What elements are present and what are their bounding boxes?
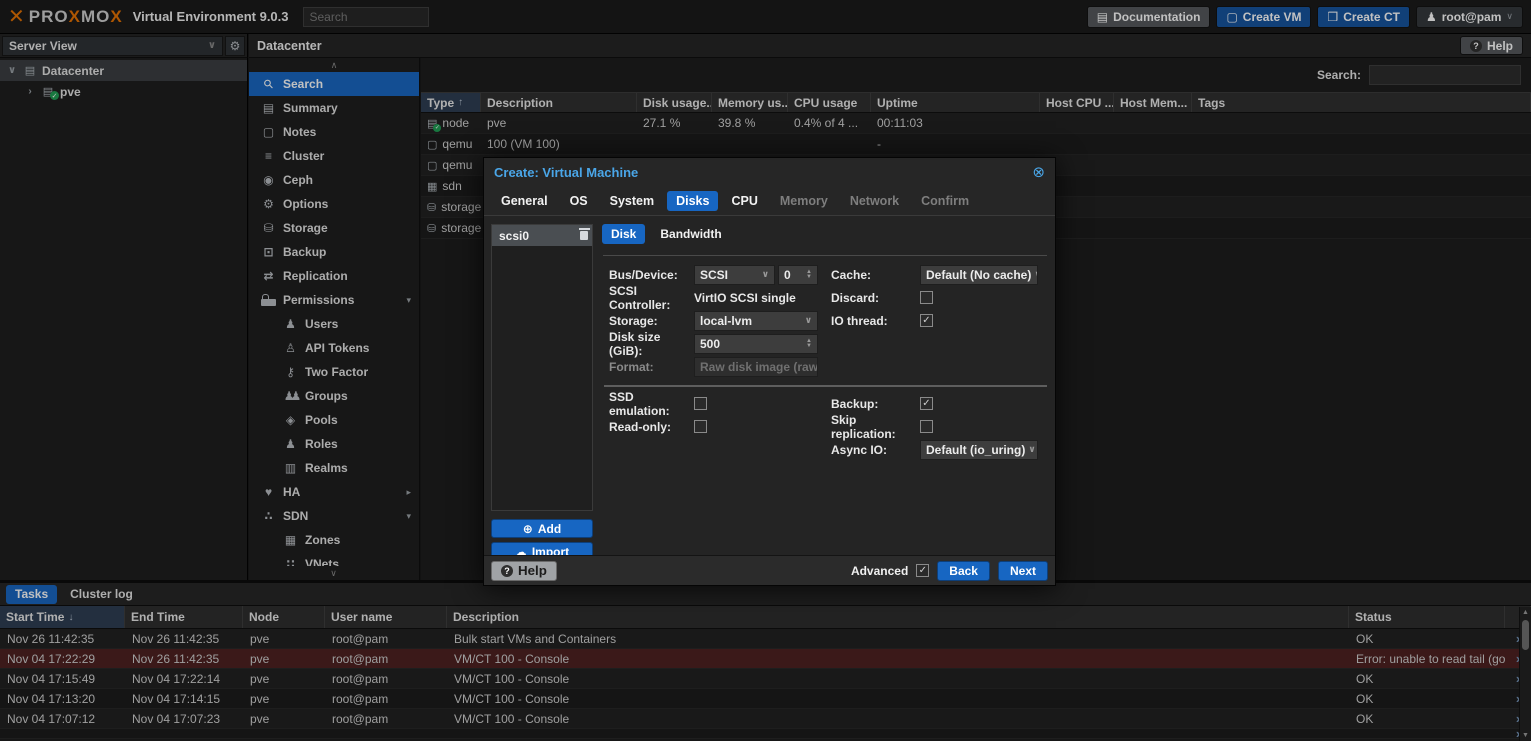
combo-value: Default (No cache) xyxy=(926,268,1031,282)
plus-circle-icon: ⊕ xyxy=(523,522,533,536)
bus-device-combo[interactable]: SCSI ∨ xyxy=(694,265,775,285)
form-row: Async IO:Default (io_uring)∨ xyxy=(831,438,1042,461)
form-row: Skip replication: xyxy=(831,415,1042,438)
proxmox-app: ✕ PROXMOX Virtual Environment 9.0.3 ▤Doc… xyxy=(0,0,1531,741)
advanced-checkbox[interactable] xyxy=(916,564,929,577)
field-label: Format: xyxy=(609,360,694,374)
form-row: SCSI Controller:VirtIO SCSI single xyxy=(609,286,821,309)
chevron-down-icon: ∨ xyxy=(1031,269,1038,280)
advanced-divider xyxy=(604,385,1047,387)
form-row: Discard: xyxy=(831,286,1042,309)
dialog-header[interactable]: Create: Virtual Machine ⊗ xyxy=(484,158,1055,186)
disk-subtabs: Disk Bandwidth xyxy=(602,224,731,244)
field-label: Backup: xyxy=(831,397,920,411)
dialog-tab-network: Network xyxy=(841,191,908,211)
field-label: Async IO: xyxy=(831,443,920,457)
create-vm-dialog: Create: Virtual Machine ⊗ GeneralOSSyste… xyxy=(483,157,1056,586)
cache-combo[interactable]: Default (No cache)∨ xyxy=(920,265,1038,285)
field-label: SSD emulation: xyxy=(609,390,694,418)
storage-combo[interactable]: local-lvm ∨ xyxy=(694,311,818,331)
advanced-label: Advanced xyxy=(851,564,908,578)
form-row: Cache:Default (No cache)∨ xyxy=(831,263,1042,286)
combo-value: SCSI xyxy=(700,268,728,282)
form-row: Disk size (GiB): 500 ▲▼ xyxy=(609,332,821,355)
dialog-tab-system[interactable]: System xyxy=(601,191,663,211)
field-label: Skip replication: xyxy=(831,413,920,441)
async-io-combo[interactable]: Default (io_uring)∨ xyxy=(920,440,1038,460)
field-label: Cache: xyxy=(831,268,920,282)
chevron-down-icon: ∨ xyxy=(802,315,812,326)
form-row: Read-only: xyxy=(609,415,821,438)
spin-value: 0 xyxy=(784,268,791,282)
form-left-advanced: SSD emulation: Read-only: xyxy=(609,392,821,438)
field-label: Storage: xyxy=(609,314,694,328)
dialog-tab-general[interactable]: General xyxy=(492,191,557,211)
disk-size-gib-spinner[interactable]: 500 ▲▼ xyxy=(694,334,818,354)
dialog-tab-cpu[interactable]: CPU xyxy=(722,191,766,211)
form-right-main: Cache:Default (No cache)∨Discard:IO thre… xyxy=(831,263,1042,332)
dialog-footer: ?Help Advanced Back Next xyxy=(484,555,1055,585)
field-label: SCSI Controller: xyxy=(609,284,694,312)
disk-label: scsi0 xyxy=(499,229,529,243)
bus-device-number-spinner[interactable]: 0 ▲▼ xyxy=(778,265,818,285)
form-row: SSD emulation: xyxy=(609,392,821,415)
field-label: Discard: xyxy=(831,291,920,305)
chevron-down-icon: ∨ xyxy=(1025,444,1035,455)
field-label: IO thread: xyxy=(831,314,920,328)
subtab-bandwidth[interactable]: Bandwidth xyxy=(651,224,730,244)
disk-list-item-scsi0[interactable]: scsi0 xyxy=(492,225,592,246)
format-combo: Raw disk image (raw∨ xyxy=(694,357,818,377)
form-left-main: Bus/Device: SCSI ∨ 0 ▲▼ SCSI Controller:VirtI… xyxy=(609,263,821,378)
close-icon[interactable]: ⊗ xyxy=(1032,165,1045,180)
read-only-checkbox[interactable] xyxy=(694,420,707,433)
form-row: IO thread: xyxy=(831,309,1042,332)
add-disk-button[interactable]: ⊕Add xyxy=(491,519,593,538)
dialog-body: scsi0 ⊕Add ☁Import DiskBandwidth Bus/Dev… xyxy=(484,215,1055,555)
dialog-help-button[interactable]: ?Help xyxy=(491,561,557,581)
io-thread-checkbox[interactable] xyxy=(920,314,933,327)
field-label: Read-only: xyxy=(609,420,694,434)
subtab-disk[interactable]: Disk xyxy=(602,224,645,244)
field-value: VirtIO SCSI single xyxy=(694,291,796,305)
spin-value: 500 xyxy=(700,337,720,351)
field-label: Disk size (GiB): xyxy=(609,330,694,358)
dialog-title: Create: Virtual Machine xyxy=(494,165,638,180)
trash-icon[interactable] xyxy=(580,231,588,240)
dialog-tab-memory: Memory xyxy=(771,191,837,211)
disk-list: scsi0 xyxy=(491,224,593,511)
back-button[interactable]: Back xyxy=(937,561,990,581)
dialog-tab-os[interactable]: OS xyxy=(561,191,597,211)
next-button[interactable]: Next xyxy=(998,561,1048,581)
subtab-divider xyxy=(603,255,1047,256)
backup-checkbox[interactable] xyxy=(920,397,933,410)
ssd-emulation-checkbox[interactable] xyxy=(694,397,707,410)
dialog-tabs: GeneralOSSystemDisksCPUMemoryNetworkConf… xyxy=(484,186,1055,215)
combo-value: Raw disk image (raw xyxy=(700,360,818,374)
spinner-arrows-icon[interactable]: ▲▼ xyxy=(806,339,812,349)
combo-value: local-lvm xyxy=(700,314,752,328)
form-row: Format:Raw disk image (raw∨ xyxy=(609,355,821,378)
combo-value: Default (io_uring) xyxy=(926,443,1025,457)
discard-checkbox[interactable] xyxy=(920,291,933,304)
form-right-advanced: Backup:Skip replication:Async IO:Default… xyxy=(831,392,1042,461)
skip-replication-checkbox[interactable] xyxy=(920,420,933,433)
field-label: Bus/Device: xyxy=(609,268,694,282)
question-icon: ? xyxy=(501,565,513,577)
dialog-tab-disks[interactable]: Disks xyxy=(667,191,718,211)
dialog-tab-confirm: Confirm xyxy=(912,191,978,211)
chevron-down-icon: ∨ xyxy=(759,269,769,280)
spinner-arrows-icon[interactable]: ▲▼ xyxy=(806,270,812,280)
